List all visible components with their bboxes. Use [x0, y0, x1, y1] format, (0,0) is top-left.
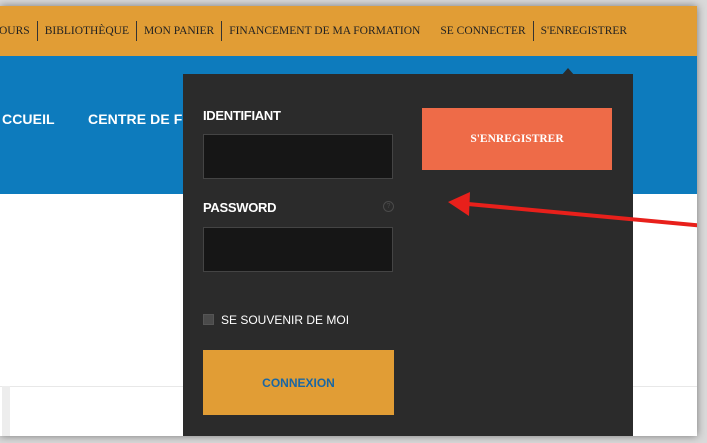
password-input[interactable]	[203, 227, 393, 272]
login-button[interactable]: CONNEXION	[203, 350, 394, 415]
content-left-edge	[2, 386, 10, 436]
top-menu-mon-panier[interactable]: MON PANIER	[137, 25, 221, 37]
top-menu-se-connecter[interactable]: SE CONNECTER	[433, 25, 532, 37]
password-label: PASSWORD	[203, 200, 277, 215]
username-label: IDENTIFIANT	[203, 108, 281, 123]
remember-me-label[interactable]: SE SOUVENIR DE MOI	[221, 313, 349, 327]
help-icon[interactable]: ?	[383, 201, 394, 212]
nav-accueil[interactable]: CCUEIL	[2, 111, 55, 127]
top-menu-bar: OURS BIBLIOTHÈQUE MON PANIER FINANCEMENT…	[0, 6, 697, 56]
top-menu-bibliotheque[interactable]: BIBLIOTHÈQUE	[38, 25, 136, 37]
top-menu-financement[interactable]: FINANCEMENT DE MA FORMATION	[222, 25, 427, 37]
username-input[interactable]	[203, 134, 393, 179]
browser-window: OURS BIBLIOTHÈQUE MON PANIER FINANCEMENT…	[0, 6, 697, 436]
register-button[interactable]: S'ENREGISTRER	[422, 108, 612, 170]
top-menu-cours[interactable]: OURS	[0, 25, 37, 37]
login-dropdown: IDENTIFIANT PASSWORD ? SE SOUVENIR DE MO…	[183, 74, 633, 436]
remember-me-checkbox[interactable]	[203, 314, 214, 325]
top-menu-s-enregistrer[interactable]: S'ENREGISTRER	[534, 25, 634, 37]
